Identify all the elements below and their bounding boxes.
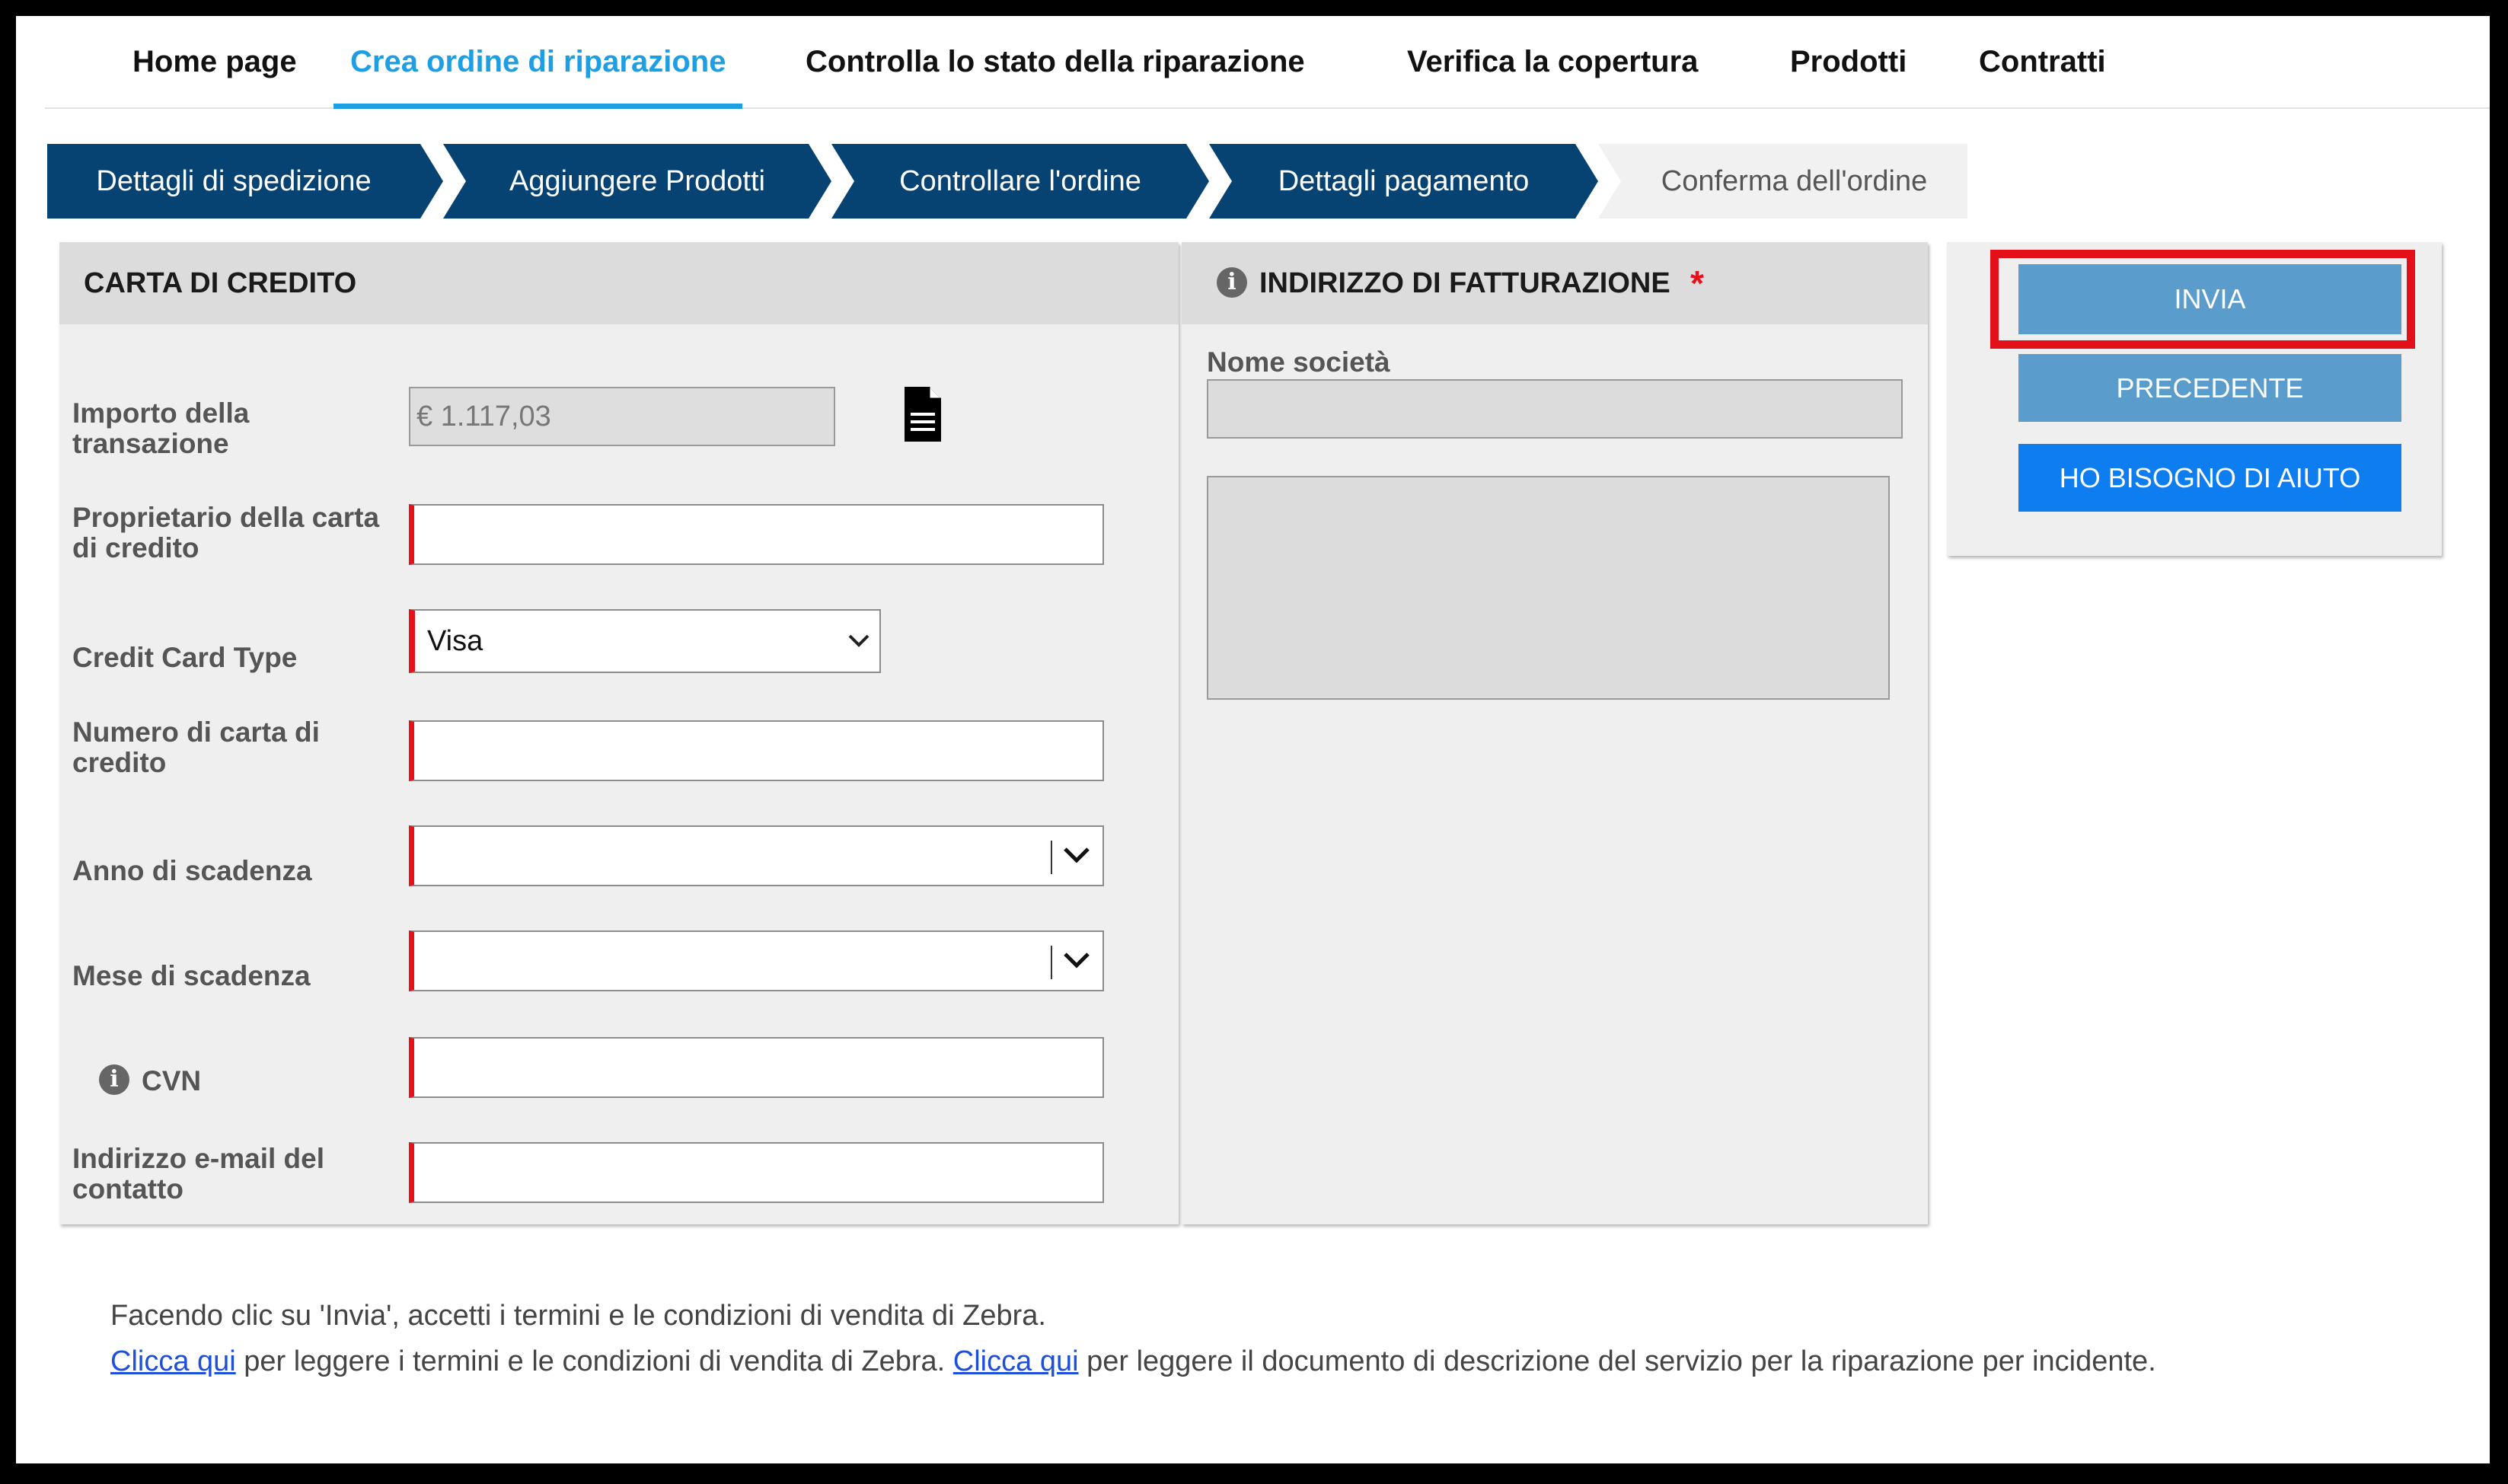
select-divider <box>1051 946 1052 979</box>
expiry-month-label: Mese di scadenza <box>72 960 311 991</box>
step-label: Aggiungere Prodotti <box>509 165 765 197</box>
chevron-down-icon <box>1064 847 1090 863</box>
step-payment-details: Dettagli pagamento <box>1209 144 1598 219</box>
amount-field: € 1.117,03 <box>409 387 835 446</box>
info-icon[interactable]: i <box>99 1064 129 1095</box>
nav-check-coverage[interactable]: Verifica la copertura <box>1390 16 1715 107</box>
previous-button[interactable]: PRECEDENTE <box>2018 354 2401 422</box>
step-shipping-details: Dettagli di spedizione <box>47 144 443 219</box>
service-description-text: per leggere il documento di descrizione … <box>1078 1345 2156 1377</box>
contact-email-input[interactable] <box>409 1142 1104 1203</box>
nav-create-repair-order[interactable]: Crea ordine di riparazione <box>333 16 743 109</box>
expiry-year-select[interactable] <box>409 825 1104 886</box>
terms-links: Clicca qui per leggere i termini e le co… <box>110 1345 2156 1378</box>
step-label: Conferma dell'ordine <box>1661 165 1928 197</box>
company-name-field[interactable] <box>1207 379 1903 439</box>
screenshot-frame: Home page Crea ordine di riparazione Con… <box>0 0 2508 1484</box>
card-number-label: Numero di carta di credito <box>72 716 320 778</box>
nav-products[interactable]: Prodotti <box>1773 16 1923 107</box>
cvn-label: CVN <box>142 1065 202 1096</box>
billing-address-panel: i INDIRIZZO DI FATTURAZIONE * Nome socie… <box>1182 242 1928 1224</box>
terms-link[interactable]: Clicca qui <box>110 1345 236 1377</box>
card-type-select[interactable]: Visa <box>409 609 881 673</box>
highlight-box <box>1990 250 2415 349</box>
help-button[interactable]: HO BISOGNO DI AIUTO <box>2018 444 2401 512</box>
card-type-label: Credit Card Type <box>72 642 298 673</box>
cardholder-input[interactable] <box>409 504 1104 565</box>
chevron-down-icon <box>1064 953 1090 969</box>
panel-title: CARTA DI CREDITO <box>84 267 357 299</box>
nav-repair-status[interactable]: Controlla lo stato della riparazione <box>789 16 1322 107</box>
step-label: Dettagli di spedizione <box>96 165 372 197</box>
nav-contracts[interactable]: Contratti <box>1962 16 2123 107</box>
service-description-link[interactable]: Clicca qui <box>953 1345 1079 1377</box>
card-type-value: Visa <box>427 625 483 657</box>
step-add-products: Aggiungere Prodotti <box>443 144 831 219</box>
expiry-month-select[interactable] <box>409 930 1104 991</box>
top-nav: Home page Crea ordine di riparazione Con… <box>45 16 2490 109</box>
document-icon[interactable] <box>901 385 944 443</box>
step-order-confirmation: Conferma dell'ordine <box>1598 144 1967 219</box>
terms-notice: Facendo clic su 'Invia', accetti i termi… <box>110 1300 1046 1332</box>
page: Home page Crea ordine di riparazione Con… <box>16 16 2490 1463</box>
amount-label: Importo della transazione <box>72 397 250 459</box>
contact-email-label: Indirizzo e-mail del contatto <box>72 1143 324 1205</box>
step-review-order: Controllare l'ordine <box>831 144 1209 219</box>
cvn-input[interactable] <box>409 1037 1104 1098</box>
billing-address-textarea[interactable] <box>1207 476 1890 700</box>
step-label: Controllare l'ordine <box>899 165 1141 197</box>
required-asterisk: * <box>1690 263 1704 303</box>
panel-title: INDIRIZZO DI FATTURAZIONE <box>1259 267 1670 299</box>
card-number-input[interactable] <box>409 720 1104 781</box>
info-icon[interactable]: i <box>1217 267 1247 298</box>
expiry-year-label: Anno di scadenza <box>72 855 312 886</box>
select-divider <box>1051 841 1052 874</box>
credit-card-panel: CARTA DI CREDITO Importo della transazio… <box>59 242 1179 1224</box>
step-label: Dettagli pagamento <box>1278 165 1530 197</box>
panel-header: CARTA DI CREDITO <box>59 242 1179 324</box>
panel-header: i INDIRIZZO DI FATTURAZIONE * <box>1182 242 1928 324</box>
cardholder-label: Proprietario della carta di credito <box>72 502 380 563</box>
nav-home[interactable]: Home page <box>116 16 314 107</box>
company-name-label: Nome società <box>1207 346 1390 378</box>
terms-text: per leggere i termini e le condizioni di… <box>235 1345 953 1377</box>
chevron-down-icon <box>848 634 870 647</box>
